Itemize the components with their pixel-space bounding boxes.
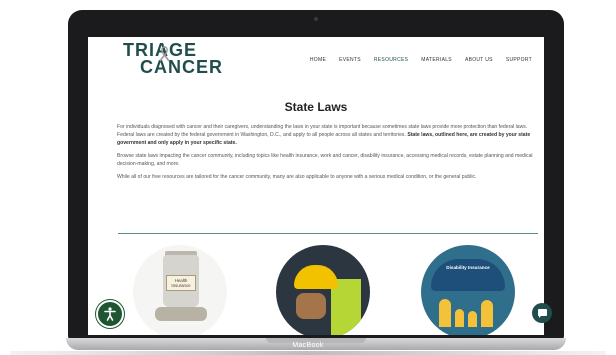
intro-paragraph-2: Browse state laws impacting the cancer c… [117, 152, 533, 167]
person-child-2 [468, 311, 477, 327]
nav-item-about-us[interactable]: ABOUT US [465, 57, 493, 63]
nav-item-events[interactable]: EVENTS [339, 57, 361, 63]
accessibility-button[interactable] [96, 300, 124, 328]
main-nav: HOME EVENTS RESOURCES MATERIALS ABOUT US… [310, 57, 532, 63]
desk-shadow [10, 351, 606, 355]
intro-paragraph-3: While all of our free resources are tail… [117, 174, 477, 181]
intro-paragraph-1: For individuals diagnosed with cancer an… [117, 124, 535, 147]
device-model-label: MacBook [292, 342, 324, 349]
nav-item-materials[interactable]: MATERIALS [421, 57, 452, 63]
hard-hat-worker-icon [294, 265, 338, 289]
accessibility-icon [104, 307, 116, 321]
nav-item-resources[interactable]: RESOURCES [374, 57, 408, 63]
section-divider [118, 233, 538, 234]
family-silhouette [437, 297, 499, 327]
worker-arm [296, 293, 326, 319]
camera-icon [314, 17, 318, 21]
card-work-and-cancer[interactable] [276, 245, 370, 335]
site-logo[interactable]: TRIAGE CANCER [123, 41, 233, 80]
nav-item-support[interactable]: SUPPORT [506, 57, 532, 63]
person-adult-2 [481, 300, 493, 327]
umbrella-label: Disability Insurance [446, 265, 490, 270]
person-child-1 [455, 309, 464, 327]
nav-item-home[interactable]: HOME [310, 57, 326, 63]
coins-pile [155, 307, 207, 321]
chat-button[interactable] [532, 303, 552, 323]
card-disability-insurance[interactable]: Disability Insurance [421, 245, 515, 335]
chat-bubble-icon [537, 308, 547, 318]
intro-content: For individuals diagnosed with cancer an… [117, 124, 535, 188]
awareness-ribbon-icon [159, 46, 170, 62]
page-title: State Laws [284, 100, 348, 115]
logo-line-2: CANCER [140, 57, 224, 77]
browser-viewport: TRIAGE CANCER HOME EVENTS RESOURCES MATE… [88, 37, 544, 335]
person-adult-1 [439, 299, 451, 327]
laptop-bezel: TRIAGE CANCER HOME EVENTS RESOURCES MATE… [68, 10, 564, 340]
jar-label: Health Insurance [166, 275, 196, 291]
disability-insurance-umbrella-icon [431, 259, 505, 291]
card-health-insurance[interactable]: Health Insurance [133, 245, 227, 335]
